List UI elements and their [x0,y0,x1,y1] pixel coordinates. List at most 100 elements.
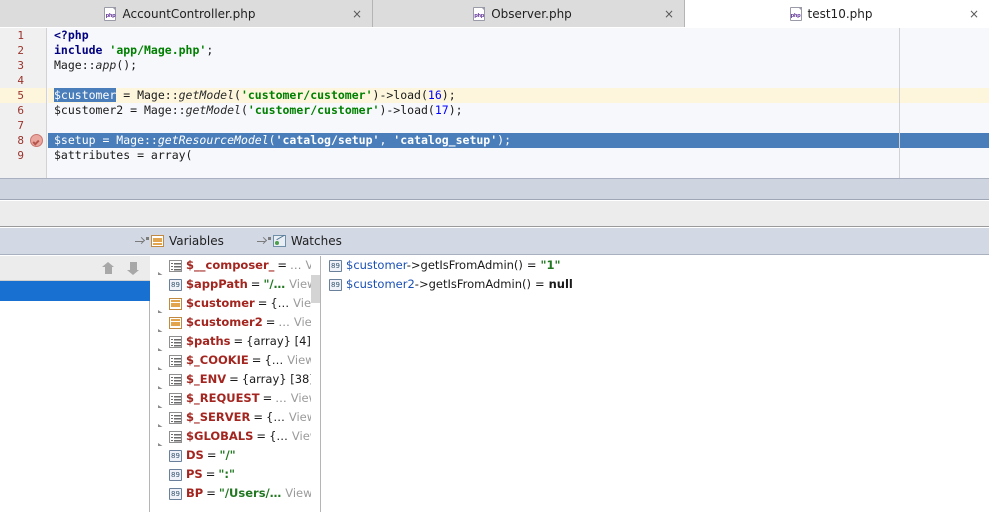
tab-label: AccountController.php [122,6,256,21]
frames-list-item-selected[interactable] [0,281,150,301]
code-token: $customer [54,88,117,102]
code-token: 'catalog/setup' [275,133,380,147]
variable-row[interactable]: $_COOKIE = {… View [150,351,320,370]
editor-tab-accountcontroller[interactable]: AccountController.php × [0,0,373,27]
variables-panel[interactable]: $__composer_=…View$appPath="/…View$custo… [150,256,321,512]
gutter-line-number[interactable]: 4 [0,73,46,88]
editor-tab-test10[interactable]: test10.php × [685,0,989,27]
gutter-line-number[interactable]: 1 [0,28,46,43]
string-icon [169,487,182,500]
equals-sign: = [206,486,216,500]
variable-row[interactable]: DS="/" [150,446,320,465]
variable-name: $customer [186,296,255,310]
pin-icon[interactable] [135,236,149,247]
gutter-line-number[interactable]: 9 [0,148,46,163]
editor-gutter[interactable]: 123456789 [0,28,47,178]
frames-toolbar [0,256,150,281]
variable-name: $_REQUEST [186,391,260,405]
object-icon [169,316,182,329]
watch-row[interactable]: $customer->getIsFromAdmin()="1" [321,256,989,275]
variable-name: $__composer_ [186,258,275,272]
variable-value: {… [264,353,284,367]
variable-name: $_COOKIE [186,353,249,367]
variable-row[interactable]: $_ENV = {array} [38] [150,370,320,389]
code-token: ( [234,88,241,102]
error-stripe-row [900,148,989,163]
variable-name: BP [186,486,204,500]
editor-horizontal-scrollbar[interactable] [0,178,989,200]
code-line[interactable]: $attributes = array( [48,148,989,163]
view-link[interactable]: View [285,484,312,503]
equals-sign: = [229,372,239,386]
code-text-area[interactable]: <?php include 'app/Mage.php'; Mage::app();… [48,28,989,178]
debugger-body: $__composer_=…View$appPath="/…View$custo… [0,256,989,512]
variable-name: $GLOBALS [186,429,254,443]
scrollbar-thumb[interactable] [311,275,320,303]
variables-scrollbar[interactable] [311,256,320,512]
editor-tab-bar: AccountController.php × Observer.php × t… [0,0,989,27]
gutter-line-number[interactable]: 3 [0,58,46,73]
variable-row[interactable]: $__composer_=…View [150,256,320,275]
variables-icon [151,235,164,247]
variable-row[interactable]: $_REQUEST =… View [150,389,320,408]
code-token: )->load( [372,88,428,102]
gutter-line-number[interactable]: 7 [0,118,46,133]
code-line[interactable]: $setup = Mage::getResourceModel('catalog… [48,133,989,148]
code-token: , [379,133,394,147]
variable-row[interactable]: $paths = {array} [4] [150,332,320,351]
gutter-line-number[interactable]: 5 [0,88,46,103]
close-icon[interactable]: × [967,7,981,21]
equals-sign: = [277,258,288,272]
gutter-line-number[interactable]: 6 [0,103,46,118]
watches-panel[interactable]: $customer->getIsFromAdmin()="1"$customer… [321,256,989,512]
watch-row[interactable]: $customer2->getIsFromAdmin()=null [321,275,989,294]
variable-row[interactable]: $customer2 =… View [150,313,320,332]
editor-tab-observer[interactable]: Observer.php × [373,0,685,27]
variable-row[interactable]: BP="/Users/…View [150,484,320,503]
watch-value: null [548,277,573,291]
code-editor[interactable]: 123456789 <?php include 'app/Mage.php'; Ma… [0,28,989,178]
code-token: $setup = Mage:: [54,133,158,147]
code-line[interactable]: include 'app/Mage.php'; [48,43,989,58]
variable-row[interactable]: $_SERVER = {… View [150,408,320,427]
variable-name: $paths [186,334,231,348]
variable-row[interactable]: PS=":" [150,465,320,484]
close-icon[interactable]: × [350,7,364,21]
variable-value: {… [269,429,288,443]
code-token: 'customer/customer' [240,88,373,102]
variables-tree[interactable]: $__composer_=…View$appPath="/…View$custo… [150,256,320,503]
breakpoint-verified-icon[interactable] [30,134,43,147]
code-line[interactable]: $customer = Mage::getModel('customer/cus… [48,88,989,103]
string-icon [169,468,182,481]
watches-list[interactable]: $customer->getIsFromAdmin()="1"$customer… [321,256,989,294]
close-icon[interactable]: × [662,7,676,21]
error-stripe-row [900,28,989,43]
code-line[interactable] [48,73,989,88]
error-stripe-marker-panel[interactable] [900,28,989,178]
gutter-line-number[interactable]: 2 [0,43,46,58]
tab-label: Observer.php [491,6,572,21]
variable-row[interactable]: $appPath="/…View [150,275,320,294]
code-line[interactable] [48,118,989,133]
equals-sign: = [253,410,263,424]
variable-name: $_SERVER [186,410,251,424]
pin-icon[interactable] [256,236,271,247]
tab-variables[interactable]: Variables [135,228,224,255]
code-line[interactable]: <?php [48,28,989,43]
code-line[interactable]: Mage::app(); [48,58,989,73]
variable-value: … [290,258,302,272]
variable-row[interactable]: $GLOBALS = {… View [150,427,320,446]
variable-value: … [275,391,287,405]
move-up-icon[interactable] [102,261,115,276]
tab-watches[interactable]: Watches [256,228,342,255]
code-token: )->load( [379,103,435,117]
gutter-line-number[interactable]: 8 [0,133,46,148]
variable-row[interactable]: $customer = {… View [150,294,320,313]
frames-panel[interactable] [0,256,150,512]
object-icon [169,297,182,310]
move-down-icon[interactable] [127,261,140,276]
code-line[interactable]: $customer2 = Mage::getModel('customer/cu… [48,103,989,118]
equals-sign: = [251,353,262,367]
code-token: 16 [427,88,442,102]
variable-value: {… [266,410,285,424]
